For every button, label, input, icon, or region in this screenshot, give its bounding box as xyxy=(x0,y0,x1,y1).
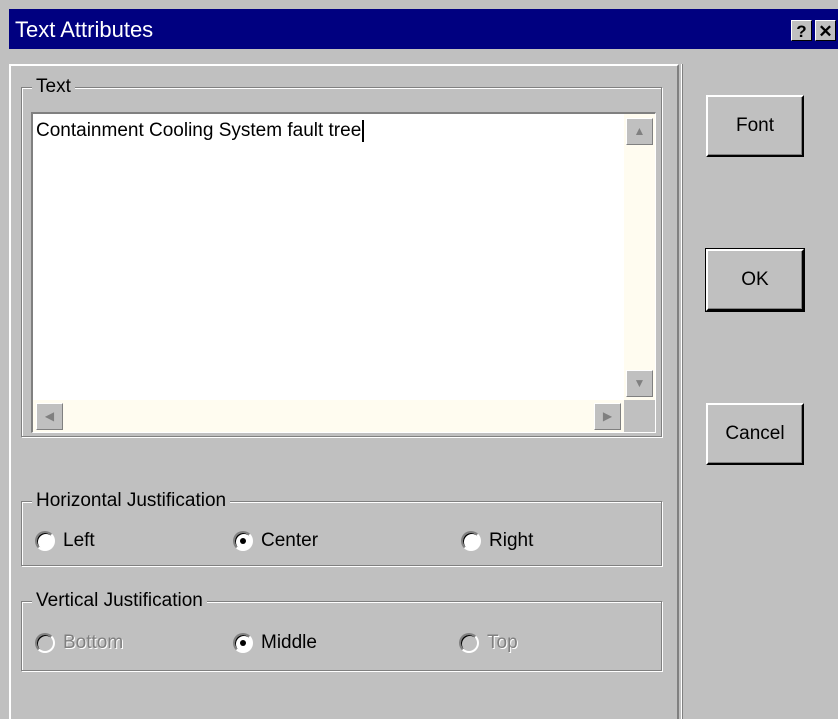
vertical-justification-legend: Vertical Justification xyxy=(32,590,207,612)
radio-bottom-label: Bottom xyxy=(63,632,124,653)
close-button[interactable]: ✕ xyxy=(815,20,836,41)
radio-middle[interactable]: Middle xyxy=(233,632,317,654)
radio-top-indicator xyxy=(459,633,479,653)
radio-bottom: Bottom xyxy=(35,632,123,654)
ok-button[interactable]: OK xyxy=(705,248,805,312)
text-input-value: Containment Cooling System fault tree xyxy=(36,120,365,142)
radio-middle-indicator xyxy=(233,633,253,653)
window-title: Text Attributes xyxy=(15,17,154,42)
radio-top-label: Top xyxy=(487,632,518,653)
radio-left-label: Left xyxy=(63,530,95,551)
text-group-legend: Text xyxy=(32,76,75,98)
radio-center-indicator xyxy=(233,531,253,551)
horizontal-scrollbar[interactable]: ◀ ▶ xyxy=(33,400,624,432)
radio-left[interactable]: Left xyxy=(35,530,95,552)
radio-center[interactable]: Center xyxy=(233,530,318,552)
scroll-down-icon[interactable]: ▼ xyxy=(626,370,653,397)
panel-divider xyxy=(681,64,683,719)
radio-middle-label: Middle xyxy=(261,632,317,653)
radio-top: Top xyxy=(459,632,518,654)
scrollbar-corner xyxy=(624,400,655,432)
scroll-left-icon[interactable]: ◀ xyxy=(36,403,63,430)
horizontal-justification-legend: Horizontal Justification xyxy=(32,490,231,512)
radio-right[interactable]: Right xyxy=(461,530,533,552)
cancel-button[interactable]: Cancel xyxy=(706,403,804,465)
vertical-scrollbar[interactable]: ▲ ▼ xyxy=(624,114,655,400)
radio-right-label: Right xyxy=(489,530,534,551)
title-bar: Text Attributes ? ✕ xyxy=(9,9,838,49)
horizontal-justification-group: Horizontal Justification xyxy=(21,490,662,566)
text-caret xyxy=(362,120,365,142)
radio-center-label: Center xyxy=(261,530,319,551)
radio-bottom-indicator xyxy=(35,633,55,653)
radio-right-indicator xyxy=(461,531,481,551)
font-button[interactable]: Font xyxy=(706,95,804,157)
scroll-right-icon[interactable]: ▶ xyxy=(594,403,621,430)
radio-left-indicator xyxy=(35,531,55,551)
help-button[interactable]: ? xyxy=(791,20,812,41)
scroll-up-icon[interactable]: ▲ xyxy=(626,118,653,145)
text-input[interactable]: Containment Cooling System fault tree ▲ … xyxy=(31,112,656,433)
